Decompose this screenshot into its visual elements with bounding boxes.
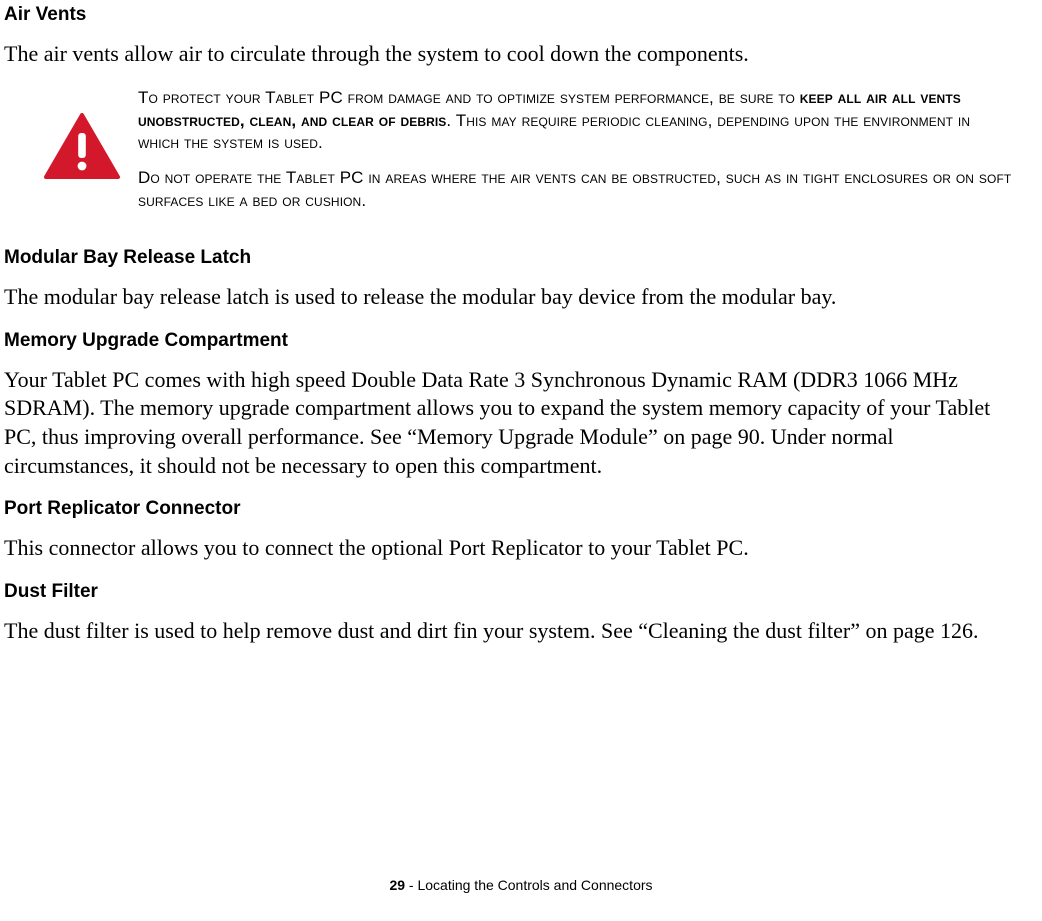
footer-separator: - bbox=[405, 877, 417, 893]
warning-icon bbox=[44, 113, 120, 181]
body-dust-filter: The dust filter is used to help remove d… bbox=[4, 617, 1022, 646]
warning-block: To protect your Tablet PC from damage an… bbox=[4, 87, 1022, 226]
warning-p1-pre: To protect your Tablet PC from damage an… bbox=[138, 88, 800, 107]
body-modular-bay: The modular bay release latch is used to… bbox=[4, 283, 1022, 312]
warning-icon-wrap bbox=[32, 87, 132, 181]
heading-dust-filter: Dust Filter bbox=[4, 581, 1022, 603]
heading-port-replicator: Port Replicator Connector bbox=[4, 498, 1022, 520]
body-memory-upgrade: Your Tablet PC comes with high speed Dou… bbox=[4, 366, 1022, 480]
footer-title: Locating the Controls and Connectors bbox=[417, 877, 652, 893]
warning-paragraph-2: Do not operate the Tablet PC in areas wh… bbox=[138, 167, 1014, 213]
warning-paragraph-1: To protect your Tablet PC from damage an… bbox=[138, 87, 1014, 156]
heading-memory-upgrade: Memory Upgrade Compartment bbox=[4, 330, 1022, 352]
heading-air-vents: Air Vents bbox=[4, 4, 1022, 26]
document-page: Air Vents The air vents allow air to cir… bbox=[0, 0, 1042, 645]
body-air-vents: The air vents allow air to circulate thr… bbox=[4, 40, 1022, 69]
page-number: 29 bbox=[389, 877, 405, 893]
page-footer: 29 - Locating the Controls and Connector… bbox=[0, 877, 1042, 893]
body-port-replicator: This connector allows you to connect the… bbox=[4, 534, 1022, 563]
heading-modular-bay: Modular Bay Release Latch bbox=[4, 247, 1022, 269]
warning-text: To protect your Tablet PC from damage an… bbox=[132, 87, 1022, 226]
